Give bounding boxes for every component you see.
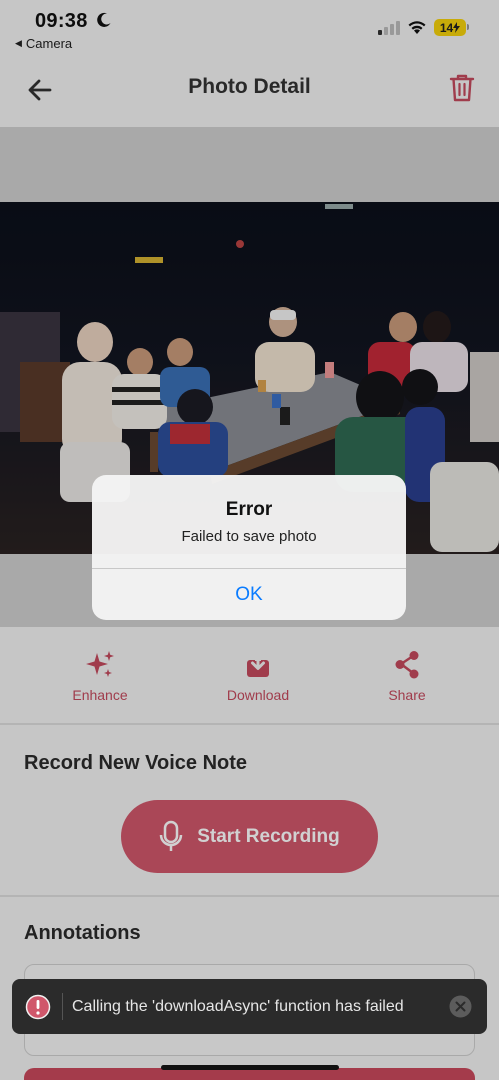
back-triangle-icon: ◀ xyxy=(15,38,22,48)
home-indicator[interactable] xyxy=(161,1065,339,1070)
page-title: Photo Detail xyxy=(188,75,311,98)
charging-bolt-icon xyxy=(453,22,461,33)
wifi-icon xyxy=(408,21,426,34)
alert-title: Error xyxy=(225,499,273,520)
error-toast: Calling the 'downloadAsync' function has… xyxy=(12,979,487,1034)
enhance-button[interactable]: Enhance xyxy=(50,649,150,703)
toast-separator xyxy=(62,993,63,1020)
moon-icon xyxy=(97,12,111,27)
error-alert-dialog: Error Failed to save photo OK xyxy=(92,475,406,620)
share-icon xyxy=(395,651,419,679)
back-app-label: Camera xyxy=(25,36,73,51)
photo-actions: Enhance Download Share xyxy=(0,627,499,725)
status-bar: 09:38 ◀ Camera 14 xyxy=(0,0,499,60)
microphone-icon xyxy=(159,820,183,851)
status-time: 09:38 xyxy=(35,10,88,32)
alert-message: Failed to save photo xyxy=(181,528,317,545)
toast-message: Calling the 'downloadAsync' function has… xyxy=(72,998,404,1015)
annotations-title: Annotations xyxy=(24,922,141,944)
download-button[interactable]: Download xyxy=(208,649,308,703)
start-recording-label: Start Recording xyxy=(197,825,340,847)
error-icon xyxy=(25,994,51,1020)
close-icon[interactable] xyxy=(449,995,472,1018)
start-recording-button[interactable]: Start Recording xyxy=(121,800,378,873)
cellular-signal-icon xyxy=(378,21,400,35)
voice-note-title: Record New Voice Note xyxy=(24,752,248,774)
enhance-label: Enhance xyxy=(72,687,128,703)
download-label: Download xyxy=(226,687,290,703)
sparkles-icon xyxy=(86,651,114,677)
photo-detail-screen: 09:38 ◀ Camera 14 Photo Detail Enhance D… xyxy=(0,0,499,1080)
back-to-app-link[interactable]: ◀ Camera xyxy=(15,36,72,51)
share-button[interactable]: Share xyxy=(357,649,457,703)
download-icon xyxy=(247,651,269,677)
battery-indicator: 14 xyxy=(434,19,466,36)
trash-icon[interactable] xyxy=(448,72,476,104)
header-bar: Photo Detail xyxy=(0,60,499,126)
alert-ok-button[interactable]: OK xyxy=(92,569,406,620)
battery-tip xyxy=(467,24,469,30)
share-label: Share xyxy=(388,687,426,703)
voice-note-section: Record New Voice Note Start Recording xyxy=(0,727,499,897)
battery-level: 14 xyxy=(439,20,454,35)
